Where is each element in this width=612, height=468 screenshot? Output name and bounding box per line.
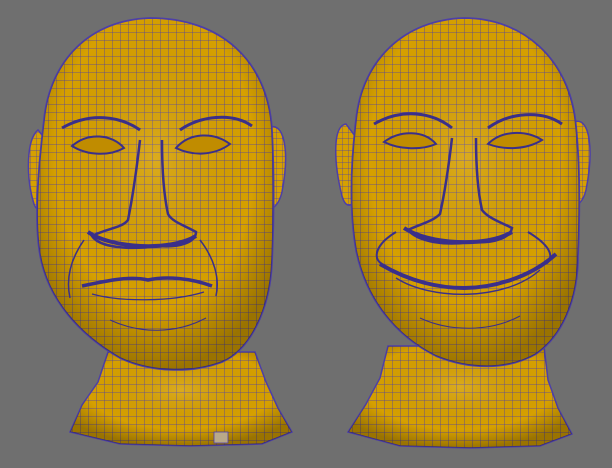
3d-viewport[interactable] xyxy=(0,0,612,468)
selected-face-marker[interactable] xyxy=(213,431,229,444)
viewport-canvas[interactable] xyxy=(0,0,612,468)
neutral-expression-head-mesh[interactable] xyxy=(27,17,294,447)
smile-expression-head-mesh[interactable] xyxy=(335,17,591,449)
